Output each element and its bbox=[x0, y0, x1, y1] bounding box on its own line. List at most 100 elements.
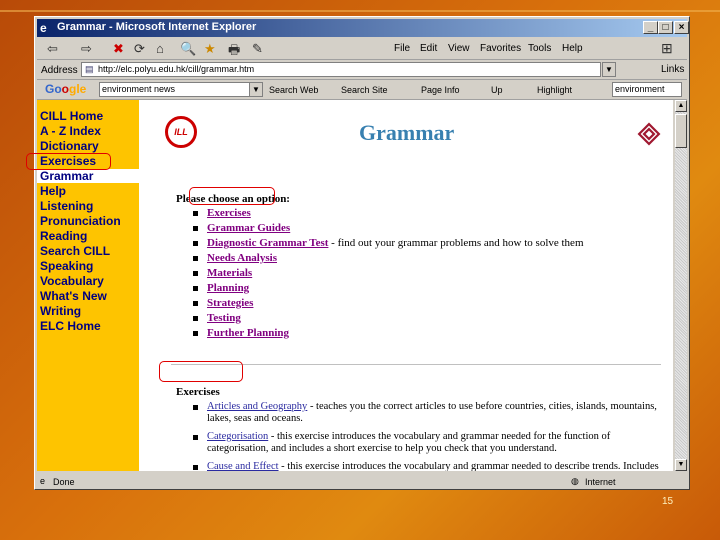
sidebar-item-help[interactable]: Help bbox=[40, 184, 66, 198]
cill-logo[interactable]: ILL bbox=[165, 116, 197, 148]
vertical-scrollbar[interactable]: ▲ ▼ bbox=[675, 100, 687, 471]
sidebar-item-a-z-index[interactable]: A - Z Index bbox=[40, 124, 101, 138]
google-logo[interactable]: Google bbox=[45, 82, 86, 96]
menu-file[interactable]: File bbox=[394, 43, 410, 54]
page-content: CILL Home A - Z Index Dictionary Exercis… bbox=[37, 100, 673, 471]
sidebar-item-cill-home[interactable]: CILL Home bbox=[40, 109, 103, 123]
slide-number: 15 bbox=[662, 496, 674, 507]
scroll-thumb[interactable] bbox=[675, 114, 687, 148]
status-bar: e Done ◍ Internet bbox=[37, 475, 687, 489]
option-link-strategies[interactable]: Strategies bbox=[207, 297, 253, 309]
exercise-link-articles-geography[interactable]: Articles and Geography bbox=[207, 401, 307, 412]
sidebar-item-dictionary[interactable]: Dictionary bbox=[40, 139, 99, 153]
sidebar-item-speaking[interactable]: Speaking bbox=[40, 259, 93, 273]
exercise-item: Cause and Effect - this exercise introdu… bbox=[193, 461, 663, 471]
option-desc: - find out your grammar problems and how… bbox=[328, 237, 584, 249]
exercise-item: Categorisation - this exercise introduce… bbox=[193, 431, 663, 455]
option-item: Planning bbox=[193, 282, 249, 294]
page-done-icon: e bbox=[40, 476, 46, 486]
option-item: Exercises bbox=[193, 207, 251, 219]
up-button[interactable]: Up bbox=[491, 85, 503, 95]
page-info-button[interactable]: Page Info bbox=[421, 85, 460, 95]
forward-icon[interactable]: ⇨ bbox=[81, 41, 92, 57]
ie-icon: e bbox=[40, 21, 47, 35]
section-heading-exercises: Exercises bbox=[176, 386, 220, 398]
scroll-up-icon[interactable]: ▲ bbox=[675, 100, 687, 112]
search-site-button[interactable]: Search Site bbox=[341, 85, 388, 95]
search-web-button[interactable]: Search Web bbox=[269, 85, 318, 95]
scroll-down-icon[interactable]: ▼ bbox=[675, 459, 687, 471]
option-link-grammar-guides[interactable]: Grammar Guides bbox=[207, 222, 290, 234]
sidebar-item-listening[interactable]: Listening bbox=[40, 199, 93, 213]
favorites-icon[interactable]: ★ bbox=[204, 41, 216, 57]
back-icon[interactable]: ⇦ bbox=[47, 41, 58, 57]
sidebar-item-whats-new[interactable]: What's New bbox=[40, 289, 107, 303]
page-title: Grammar bbox=[359, 120, 455, 145]
option-link-planning[interactable]: Planning bbox=[207, 282, 249, 294]
menu-help[interactable]: Help bbox=[562, 43, 583, 54]
close-button[interactable]: × bbox=[674, 21, 689, 34]
exercise-desc: - this exercise introduces the vocabular… bbox=[207, 431, 611, 454]
menu-edit[interactable]: Edit bbox=[420, 43, 437, 54]
option-link-materials[interactable]: Materials bbox=[207, 267, 252, 279]
exercise-link-categorisation[interactable]: Categorisation bbox=[207, 431, 268, 442]
sidebar-item-writing[interactable]: Writing bbox=[40, 304, 81, 318]
divider bbox=[171, 364, 661, 365]
standard-toolbar: ⇦ ⇨ ✖ ⟳ ⌂ 🔍 ★ 🖶 ✎ File Edit View Favorit… bbox=[37, 38, 687, 60]
address-label: Address bbox=[41, 65, 78, 76]
refresh-icon[interactable]: ⟳ bbox=[134, 41, 145, 57]
google-search-input[interactable]: environment news bbox=[99, 82, 261, 97]
option-link-diagnostic-test[interactable]: Diagnostic Grammar Test bbox=[207, 237, 328, 249]
menu-favorites[interactable]: Favorites bbox=[480, 43, 521, 54]
globe-icon: ◍ bbox=[571, 476, 579, 486]
option-item: Grammar Guides bbox=[193, 222, 290, 234]
annotation-circle-sidebar-exercises bbox=[26, 153, 111, 170]
highlight-button[interactable]: Highlight bbox=[537, 85, 572, 95]
windows-logo-icon: ⊞ bbox=[661, 40, 673, 56]
minimize-button[interactable]: _ bbox=[643, 21, 658, 34]
sidebar-item-grammar[interactable]: Grammar bbox=[37, 169, 154, 183]
polyu-logo bbox=[637, 122, 661, 146]
annotation-circle-section-exercises bbox=[159, 361, 243, 382]
address-toolbar: Address ▤ http://elc.polyu.edu.hk/cill/g… bbox=[37, 60, 687, 80]
menu-view[interactable]: View bbox=[448, 43, 470, 54]
status-text: Done bbox=[53, 477, 75, 487]
option-item: Needs Analysis bbox=[193, 252, 277, 264]
search-icon[interactable]: 🔍 bbox=[180, 41, 196, 57]
slide-decoration-line bbox=[0, 10, 720, 12]
sidebar-item-pronunciation[interactable]: Pronunciation bbox=[40, 214, 121, 228]
option-item: Strategies bbox=[193, 297, 253, 309]
address-dropdown-icon[interactable]: ▼ bbox=[602, 62, 616, 77]
sidebar-item-search-cill[interactable]: Search CILL bbox=[40, 244, 110, 258]
option-item: Further Planning bbox=[193, 327, 289, 339]
google-dropdown-icon[interactable]: ▼ bbox=[249, 82, 263, 97]
sidebar-item-elc-home[interactable]: ELC Home bbox=[40, 319, 101, 333]
highlight-term[interactable]: environment bbox=[612, 82, 682, 97]
option-link-exercises[interactable]: Exercises bbox=[207, 207, 251, 219]
option-item: Diagnostic Grammar Test - find out your … bbox=[193, 237, 584, 249]
address-input[interactable]: ▤ http://elc.polyu.edu.hk/cill/grammar.h… bbox=[81, 62, 601, 77]
option-item: Materials bbox=[193, 267, 252, 279]
window-title: Grammar - Microsoft Internet Explorer bbox=[57, 21, 257, 33]
stop-icon[interactable]: ✖ bbox=[113, 41, 124, 57]
annotation-circle-option-exercises bbox=[189, 187, 275, 205]
maximize-button[interactable]: □ bbox=[658, 21, 673, 34]
browser-window: e Grammar - Microsoft Internet Explorer … bbox=[34, 16, 690, 490]
option-link-needs-analysis[interactable]: Needs Analysis bbox=[207, 252, 277, 264]
option-link-testing[interactable]: Testing bbox=[207, 312, 241, 324]
option-item: Testing bbox=[193, 312, 241, 324]
exercise-link-cause-effect[interactable]: Cause and Effect bbox=[207, 461, 279, 471]
security-zone: Internet bbox=[585, 477, 616, 487]
sidebar-item-vocabulary[interactable]: Vocabulary bbox=[40, 274, 104, 288]
links-button[interactable]: Links bbox=[661, 64, 684, 75]
address-url: http://elc.polyu.edu.hk/cill/grammar.htm bbox=[98, 64, 255, 74]
menu-tools[interactable]: Tools bbox=[528, 43, 551, 54]
option-link-further-planning[interactable]: Further Planning bbox=[207, 327, 289, 339]
home-icon[interactable]: ⌂ bbox=[156, 41, 164, 56]
edit-icon[interactable]: ✎ bbox=[252, 41, 263, 57]
exercise-item: Articles and Geography - teaches you the… bbox=[193, 401, 663, 425]
page-icon: ▤ bbox=[85, 64, 94, 74]
title-bar: e Grammar - Microsoft Internet Explorer … bbox=[37, 19, 689, 37]
google-toolbar: Google environment news ▼ Search Web Sea… bbox=[37, 80, 687, 100]
sidebar-item-reading[interactable]: Reading bbox=[40, 229, 87, 243]
